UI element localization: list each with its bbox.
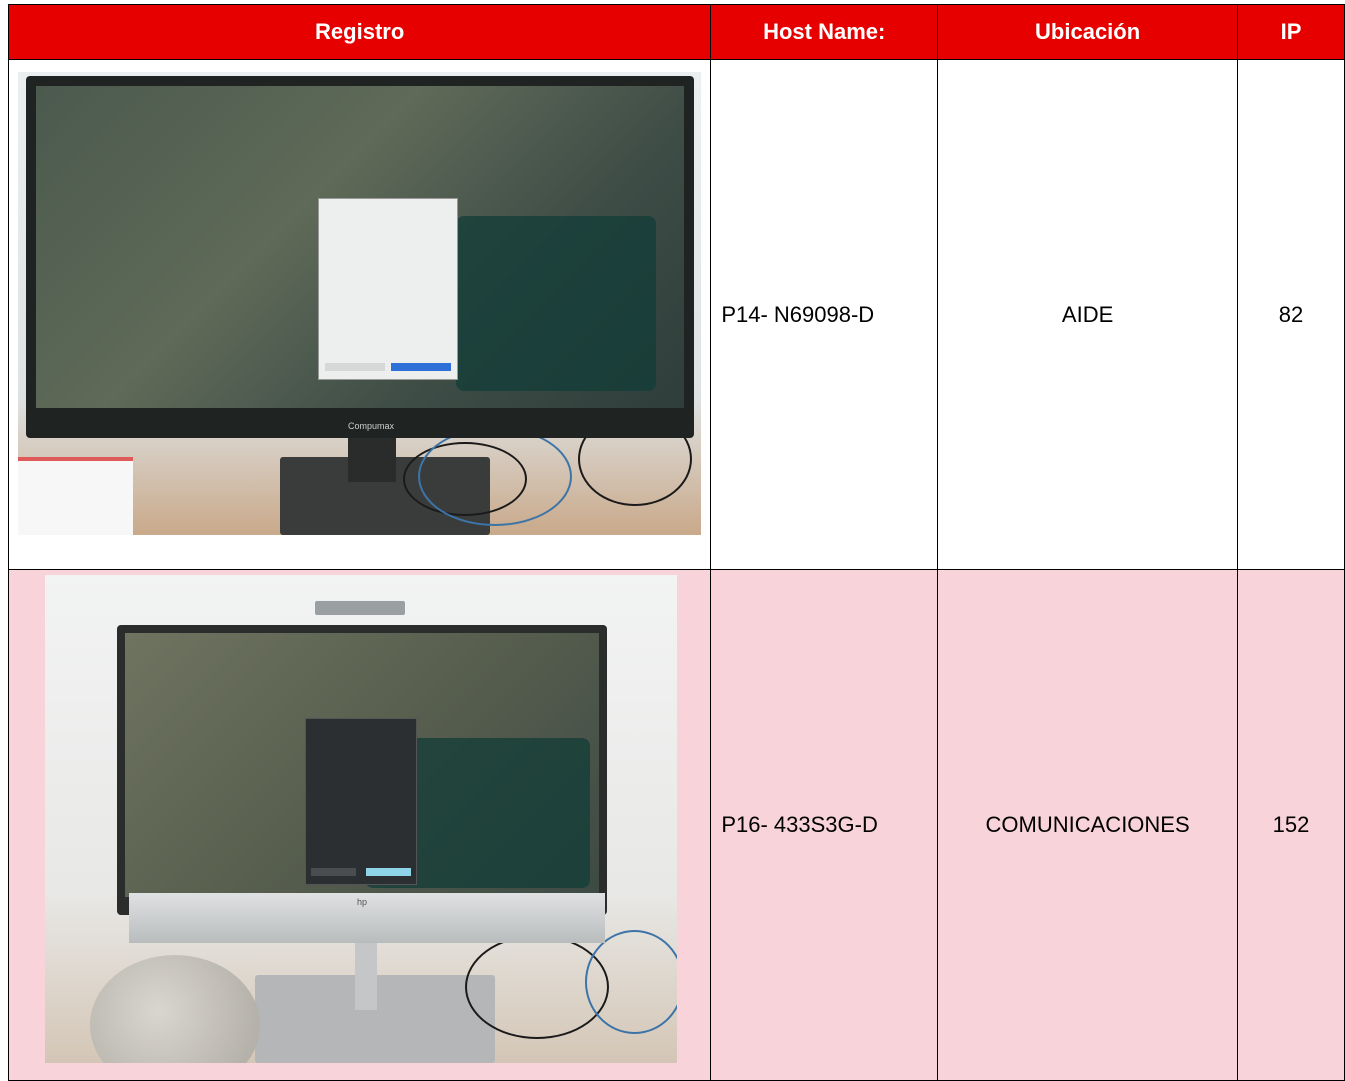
uac-dialog — [318, 198, 458, 380]
dialog-yes-button — [366, 868, 411, 876]
monitor-screen — [36, 86, 684, 408]
monitor-speaker-bar: hp — [129, 893, 605, 943]
cable — [585, 930, 677, 1034]
host-name-cell: P14- N69098-D — [710, 59, 939, 570]
webcam — [315, 601, 405, 615]
screen-poster — [456, 216, 656, 391]
ip-cell: 82 — [1237, 59, 1345, 570]
ip-cell: 152 — [1237, 569, 1345, 1081]
monitor-photo: hp — [45, 575, 677, 1063]
header-ubicacion: Ubicación — [937, 4, 1239, 60]
ubicacion-cell: COMUNICACIONES — [937, 569, 1239, 1081]
monitor-brand-logo: hp — [357, 897, 368, 907]
monitor-photo: Compumax — [18, 72, 701, 535]
registro-photo-cell: hp — [7, 569, 712, 1081]
host-name-cell: P16- 433S3G-D — [710, 569, 939, 1081]
desk-calendar — [18, 457, 133, 535]
monitor: Compumax — [26, 76, 694, 438]
dialog-yes-button — [391, 363, 451, 371]
registro-photo-cell: Compumax — [7, 59, 712, 570]
header-host-name: Host Name: — [710, 4, 939, 60]
cable — [418, 427, 572, 526]
header-ip: IP — [1237, 4, 1345, 60]
monitor-brand-logo: Compumax — [348, 421, 395, 431]
table-row: Compumax P14- N69098-D AIDE 82 — [7, 59, 1345, 570]
uac-dialog — [305, 718, 417, 885]
monitor-screen — [125, 633, 599, 897]
registro-table: Registro Host Name: Ubicación IP Compuma… — [7, 4, 1345, 1081]
header-registro: Registro — [7, 4, 712, 60]
table-row: hp P16- 433S3G-D COMUNICACIONES 152 — [7, 569, 1345, 1081]
header-row: Registro Host Name: Ubicación IP — [7, 4, 1345, 60]
balloon — [90, 955, 260, 1063]
ubicacion-cell: AIDE — [937, 59, 1239, 570]
monitor — [117, 625, 607, 915]
dialog-no-button — [311, 868, 356, 876]
dialog-no-button — [325, 363, 385, 371]
